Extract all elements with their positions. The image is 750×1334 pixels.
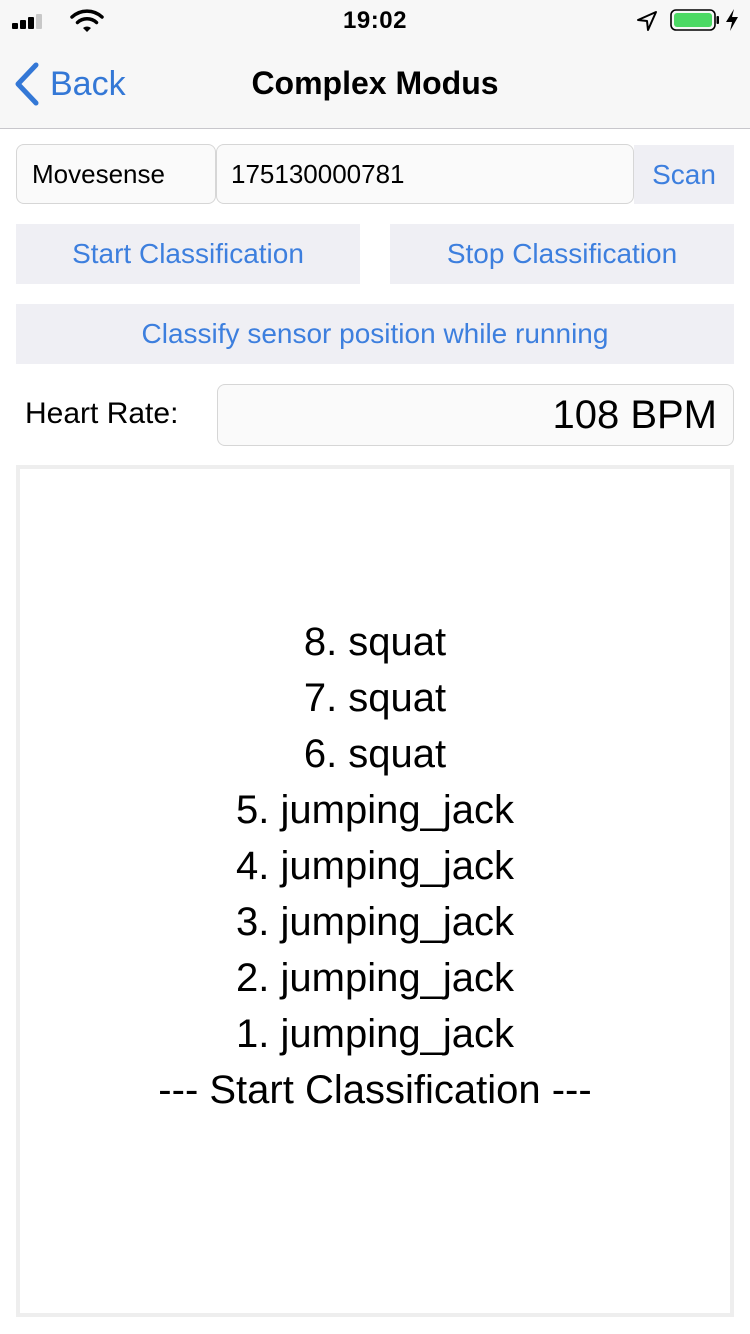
log-line: 5. jumping_jack — [236, 788, 514, 832]
navigation-bar: Back Complex Modus — [0, 40, 750, 129]
device-serial-value: 175130000781 — [231, 158, 405, 189]
start-classification-button[interactable]: Start Classification — [16, 224, 360, 284]
device-name-field[interactable]: Movesense — [16, 144, 216, 204]
page-title: Complex Modus — [251, 65, 499, 101]
log-line: 1. jumping_jack — [236, 1012, 514, 1056]
charging-icon — [726, 9, 738, 31]
status-bar: 19:02 — [0, 0, 750, 40]
device-name-value: Movesense — [32, 158, 165, 189]
location-icon — [637, 11, 657, 31]
log-line: 8. squat — [303, 620, 447, 664]
log-line: 7. squat — [303, 676, 447, 720]
log-line: 6. squat — [303, 732, 447, 776]
heart-rate-label: Heart Rate: — [25, 397, 179, 430]
log-lines: 8. squat 7. squat 6. squat 5. jumping_ja… — [20, 614, 730, 1118]
classification-log[interactable]: 8. squat 7. squat 6. squat 5. jumping_ja… — [16, 465, 734, 1317]
stop-classification-button[interactable]: Stop Classification — [390, 224, 734, 284]
log-line: 4. jumping_jack — [236, 844, 514, 888]
classify-position-button[interactable]: Classify sensor position while running — [16, 304, 734, 364]
log-line: 2. jumping_jack — [236, 956, 514, 1000]
log-line: --- Start Classification --- — [158, 1068, 592, 1112]
heart-rate-value: 108 BPM — [217, 384, 734, 446]
battery-icon — [670, 9, 719, 31]
log-line: 3. jumping_jack — [236, 900, 514, 944]
scan-button[interactable]: Scan — [634, 145, 734, 204]
device-serial-field[interactable]: 175130000781 — [216, 144, 634, 204]
